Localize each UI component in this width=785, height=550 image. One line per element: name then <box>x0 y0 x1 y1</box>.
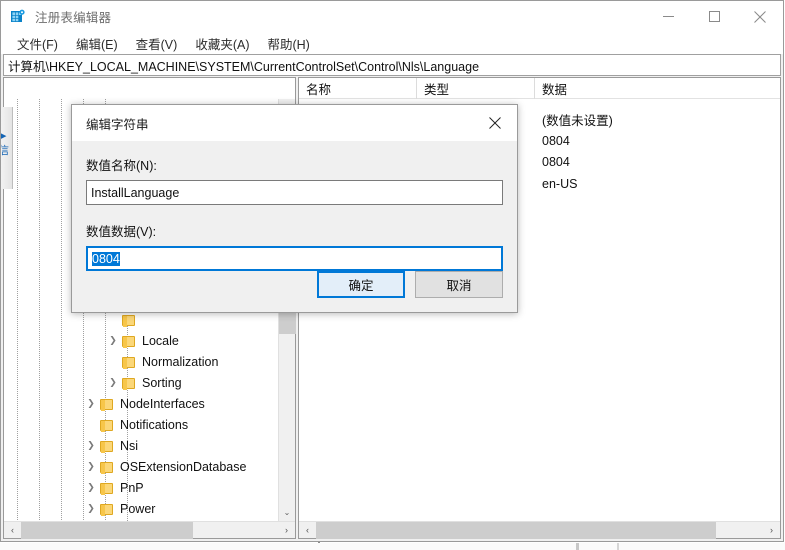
tree-item-pnp[interactable]: ❯ PnP <box>4 477 278 498</box>
folder-icon <box>99 481 115 495</box>
tree-hscroll-thumb[interactable] <box>21 522 193 539</box>
address-path: 计算机\HKEY_LOCAL_MACHINE\SYSTEM\CurrentCon… <box>8 56 479 75</box>
tree-header-spacer <box>4 78 295 99</box>
folder-icon <box>121 334 137 348</box>
cancel-button[interactable]: 取消 <box>415 271 503 298</box>
window-controls <box>645 1 783 32</box>
dialog-close-button[interactable] <box>473 105 517 141</box>
minimize-button[interactable] <box>645 1 691 32</box>
tree-item-sorting[interactable]: ❯ Sorting <box>4 372 278 393</box>
tree-item-label: Normalization <box>142 355 218 369</box>
background-window-tick <box>576 543 579 550</box>
tree-horizontal-scrollbar[interactable]: ‹ › <box>4 521 295 538</box>
tree-item-nodeinterfaces[interactable]: ❯ NodeInterfaces <box>4 393 278 414</box>
menu-item-edit[interactable]: 编辑(E) <box>69 32 125 55</box>
tree-item-label: Locale <box>142 334 179 348</box>
dialog-buttons: 确定 取消 <box>317 271 503 298</box>
scroll-down-arrow-icon[interactable]: ⌄ <box>279 504 295 521</box>
column-header-name[interactable]: 名称 <box>299 78 417 99</box>
chevron-right-icon[interactable]: ❯ <box>83 459 99 475</box>
tree-item-label: OSExtensionDatabase <box>120 460 246 474</box>
value-data-label: 数值数据(V): <box>86 221 503 240</box>
folder-icon <box>99 439 115 453</box>
folder-icon <box>121 376 137 390</box>
tree-item-notifications[interactable]: ❯ Notifications <box>4 414 278 435</box>
tree-item-nsi[interactable]: ❯ Nsi <box>4 435 278 456</box>
tree-item-locale[interactable]: ❯ Locale <box>4 330 278 351</box>
tree-hscroll-track[interactable] <box>21 522 278 539</box>
chevron-right-icon[interactable]: ❯ <box>83 438 99 454</box>
background-pane-edge: ▶信 <box>1 107 13 189</box>
value-data-text: 0804 <box>92 252 120 266</box>
folder-icon <box>121 313 137 327</box>
partial-glyph-icon: ▶信 <box>1 129 12 158</box>
address-bar[interactable]: 计算机\HKEY_LOCAL_MACHINE\SYSTEM\CurrentCon… <box>3 54 781 76</box>
dialog-body: 数值名称(N): InstallLanguage 数值数据(V): 0804 确… <box>72 141 517 312</box>
background-window-bar <box>0 543 785 550</box>
column-header-data[interactable]: 数据 <box>535 78 780 99</box>
tree-item-label: Power <box>120 502 155 516</box>
menu-bar: 文件(F) 编辑(E) 查看(V) 收藏夹(A) 帮助(H) <box>1 32 783 54</box>
registry-editor-window: 注册表编辑器 文件(F) 编辑(E) 查看(V) 收藏夹(A) 帮助(H) 计算… <box>0 0 784 542</box>
tree-item-label: NodeInterfaces <box>120 397 205 411</box>
tree-item-osextensiondatabase[interactable]: ❯ OSExtensionDatabase <box>4 456 278 477</box>
scroll-left-arrow-icon[interactable]: ‹ <box>299 522 316 539</box>
list-hscroll-track[interactable] <box>316 522 763 539</box>
scroll-left-arrow-icon[interactable]: ‹ <box>4 522 21 539</box>
chevron-right-icon[interactable]: ❯ <box>105 333 121 349</box>
value-data-input[interactable]: 0804 <box>86 246 503 271</box>
cell-data: en-US <box>535 177 780 191</box>
menu-item-favorites[interactable]: 收藏夹(A) <box>188 32 256 55</box>
chevron-right-icon[interactable]: ❯ <box>83 396 99 412</box>
cell-data: 0804 <box>535 134 780 148</box>
chevron-right-icon[interactable]: ❯ <box>105 375 121 391</box>
background-window-tick-2 <box>617 543 619 550</box>
menu-item-file[interactable]: 文件(F) <box>10 32 65 55</box>
column-header-type[interactable]: 类型 <box>417 78 535 99</box>
window-title: 注册表编辑器 <box>35 7 111 26</box>
tree-item-normalization[interactable]: ❯ Normalization <box>4 351 278 372</box>
chevron-right-icon[interactable]: ❯ <box>83 501 99 517</box>
folder-icon <box>99 397 115 411</box>
tree-item-power[interactable]: ❯ Power <box>4 498 278 519</box>
tree-item-label: Nsi <box>120 439 138 453</box>
tree-item-label: PnP <box>120 481 144 495</box>
folder-icon <box>99 460 115 474</box>
edit-string-dialog: 编辑字符串 数值名称(N): InstallLanguage 数值数据(V): … <box>71 104 518 313</box>
title-bar[interactable]: 注册表编辑器 <box>1 1 783 32</box>
menu-item-help[interactable]: 帮助(H) <box>260 32 316 55</box>
tree-item-label: Notifications <box>120 418 188 432</box>
registry-editor-icon <box>10 9 26 25</box>
values-column-headers: 名称 类型 数据 <box>299 78 780 99</box>
ok-button[interactable]: 确定 <box>317 271 405 298</box>
scroll-right-arrow-icon[interactable]: › <box>763 522 780 539</box>
scroll-right-arrow-icon[interactable]: › <box>278 522 295 539</box>
value-name-text: InstallLanguage <box>91 186 179 200</box>
maximize-button[interactable] <box>691 1 737 32</box>
chevron-right-icon[interactable]: ❯ <box>83 480 99 496</box>
cell-data: 0804 <box>535 155 780 169</box>
close-button[interactable] <box>737 1 783 32</box>
cell-data: (数值未设置) <box>535 110 780 129</box>
value-name-input[interactable]: InstallLanguage <box>86 180 503 205</box>
menu-item-view[interactable]: 查看(V) <box>129 32 185 55</box>
dialog-title: 编辑字符串 <box>86 114 149 133</box>
folder-icon <box>99 502 115 516</box>
value-name-label: 数值名称(N): <box>86 155 503 174</box>
tree-item-label: Sorting <box>142 376 182 390</box>
list-hscroll-thumb[interactable] <box>316 522 716 539</box>
folder-icon <box>99 418 115 432</box>
list-horizontal-scrollbar[interactable]: ‹ › <box>299 521 780 538</box>
folder-icon <box>121 355 137 369</box>
dialog-title-bar[interactable]: 编辑字符串 <box>72 105 517 141</box>
